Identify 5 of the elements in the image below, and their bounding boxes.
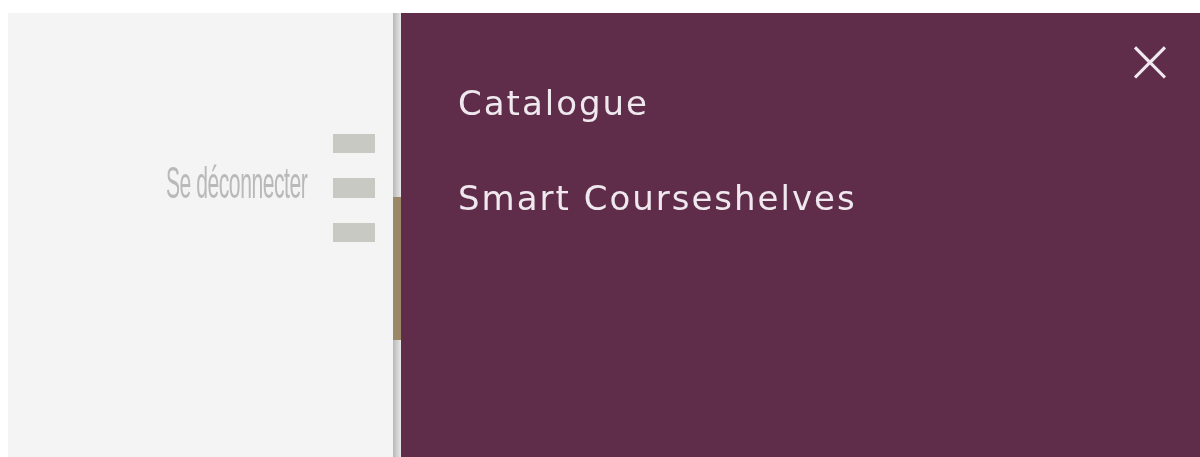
menu-icon[interactable] (333, 134, 375, 243)
scrollbar[interactable] (393, 13, 401, 457)
menu-item[interactable]: Catalogue (458, 85, 650, 123)
menu-item[interactable]: Smart Courseshelves (458, 180, 857, 218)
close-button[interactable]: × (1124, 35, 1176, 87)
